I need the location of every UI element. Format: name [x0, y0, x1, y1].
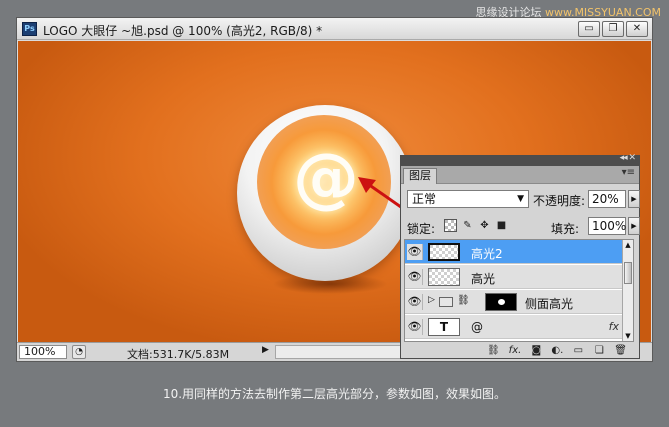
panel-menu-icon[interactable]: ▾≡ [622, 167, 635, 178]
tutorial-caption: 10.用同样的方法去制作第二层高光部分，参数如图，效果如图。 [162, 387, 507, 401]
fill-field[interactable]: 100% [588, 217, 626, 235]
eye-icon[interactable]: 👁 [407, 319, 423, 335]
panel-tab-row: 图层 ▾≡ [401, 166, 639, 184]
layer-name: 高光2 [471, 247, 503, 261]
panel-header-bar[interactable]: ◂◂ ✕ [401, 153, 639, 166]
scroll-down-icon[interactable]: ▼ [623, 332, 633, 340]
add-mask-icon[interactable]: ◙ [530, 345, 542, 356]
opacity-field[interactable]: 20% [588, 190, 626, 208]
horizontal-scrollbar[interactable] [275, 345, 405, 359]
layer-row[interactable]: 👁 ▷ ⛓ 侧面高光 [405, 290, 623, 314]
expand-triangle-icon[interactable]: ▷ [428, 295, 435, 305]
fx-icon[interactable]: fx. [509, 345, 522, 356]
link-chain-icon: ⛓ [457, 295, 470, 306]
layer-name: 高光 [471, 272, 496, 286]
trash-icon[interactable]: 🗑 [614, 345, 627, 356]
status-menu-icon[interactable]: ◔ [72, 345, 86, 359]
adjustment-layer-icon[interactable]: ◐. [551, 345, 563, 356]
photoshop-icon: Ps [22, 22, 37, 36]
tab-layers[interactable]: 图层 [403, 168, 437, 184]
eye-icon[interactable]: 👁 [407, 269, 423, 285]
fx-badge[interactable]: fx [609, 320, 619, 333]
panel-footer: ⛓ fx. ◙ ◐. ▭ ❏ 🗑 [401, 342, 639, 358]
at-logo-glyph: @ [293, 139, 359, 216]
layer-row[interactable]: 👁 T @ fx [405, 315, 623, 339]
close-button[interactable]: ✕ [626, 21, 648, 37]
restore-button[interactable]: ❐ [602, 21, 624, 37]
layer-mask-thumbnail [485, 293, 517, 311]
fill-stepper[interactable]: ▶ [628, 217, 640, 235]
chevron-down-icon: ▼ [517, 194, 524, 204]
lock-brush-icon[interactable]: ✎ [461, 219, 474, 232]
opacity-label: 不透明度: [533, 194, 586, 208]
layer-row[interactable]: 👁 高光 [405, 265, 623, 289]
new-layer-icon[interactable]: ❏ [593, 345, 605, 356]
layer-name: 侧面高光 [525, 297, 574, 311]
eye-icon[interactable]: 👁 [407, 244, 423, 260]
layer-list: 👁 高光2 👁 高光 👁 ▷ ⛓ 侧面高光 👁 T @ fx ▲ ▼ [404, 239, 634, 342]
layer-row[interactable]: 👁 高光2 [405, 240, 623, 264]
link-layers-icon[interactable]: ⛓ [487, 345, 500, 356]
opacity-stepper[interactable]: ▶ [628, 190, 640, 208]
document-info: 文档:531.7K/5.83M [127, 348, 230, 361]
lock-transparency-icon[interactable] [444, 219, 457, 232]
folder-icon [439, 297, 453, 307]
eye-icon[interactable]: 👁 [407, 294, 423, 310]
lock-all-icon[interactable]: ■ [495, 219, 508, 232]
window-controls: ▭ ❐ ✕ [578, 21, 648, 37]
document-title: LOGO 大眼仔 ~旭.psd @ 100% (高光2, RGB/8) * [43, 24, 323, 38]
scroll-thumb[interactable] [624, 262, 632, 284]
minimize-button[interactable]: ▭ [578, 21, 600, 37]
layer-thumbnail [428, 243, 460, 261]
layer-name: @ [471, 320, 483, 334]
zoom-field[interactable]: 100% [19, 345, 67, 359]
text-layer-icon: T [428, 318, 460, 336]
new-group-icon[interactable]: ▭ [572, 345, 584, 356]
scroll-up-icon[interactable]: ▲ [623, 241, 633, 249]
layers-scrollbar[interactable]: ▲ ▼ [622, 240, 633, 341]
layer-thumbnail [428, 268, 460, 286]
lock-move-icon[interactable]: ✥ [478, 219, 491, 232]
lock-options: ✎ ✥ ■ [444, 219, 508, 232]
layers-panel: ◂◂ ✕ 图层 ▾≡ 正常 ▼ 不透明度: 20% ▶ 锁定: ✎ ✥ ■ 填充… [400, 153, 640, 359]
blend-mode-select[interactable]: 正常 ▼ [407, 190, 529, 208]
blend-mode-value: 正常 [412, 192, 437, 206]
fill-label: 填充: [551, 222, 580, 236]
title-bar[interactable]: Ps LOGO 大眼仔 ~旭.psd @ 100% (高光2, RGB/8) *… [17, 18, 652, 40]
status-arrow-icon[interactable]: ▶ [262, 345, 269, 355]
collapse-icon[interactable]: ◂◂ ✕ [620, 153, 636, 163]
lock-label: 锁定: [407, 222, 436, 236]
